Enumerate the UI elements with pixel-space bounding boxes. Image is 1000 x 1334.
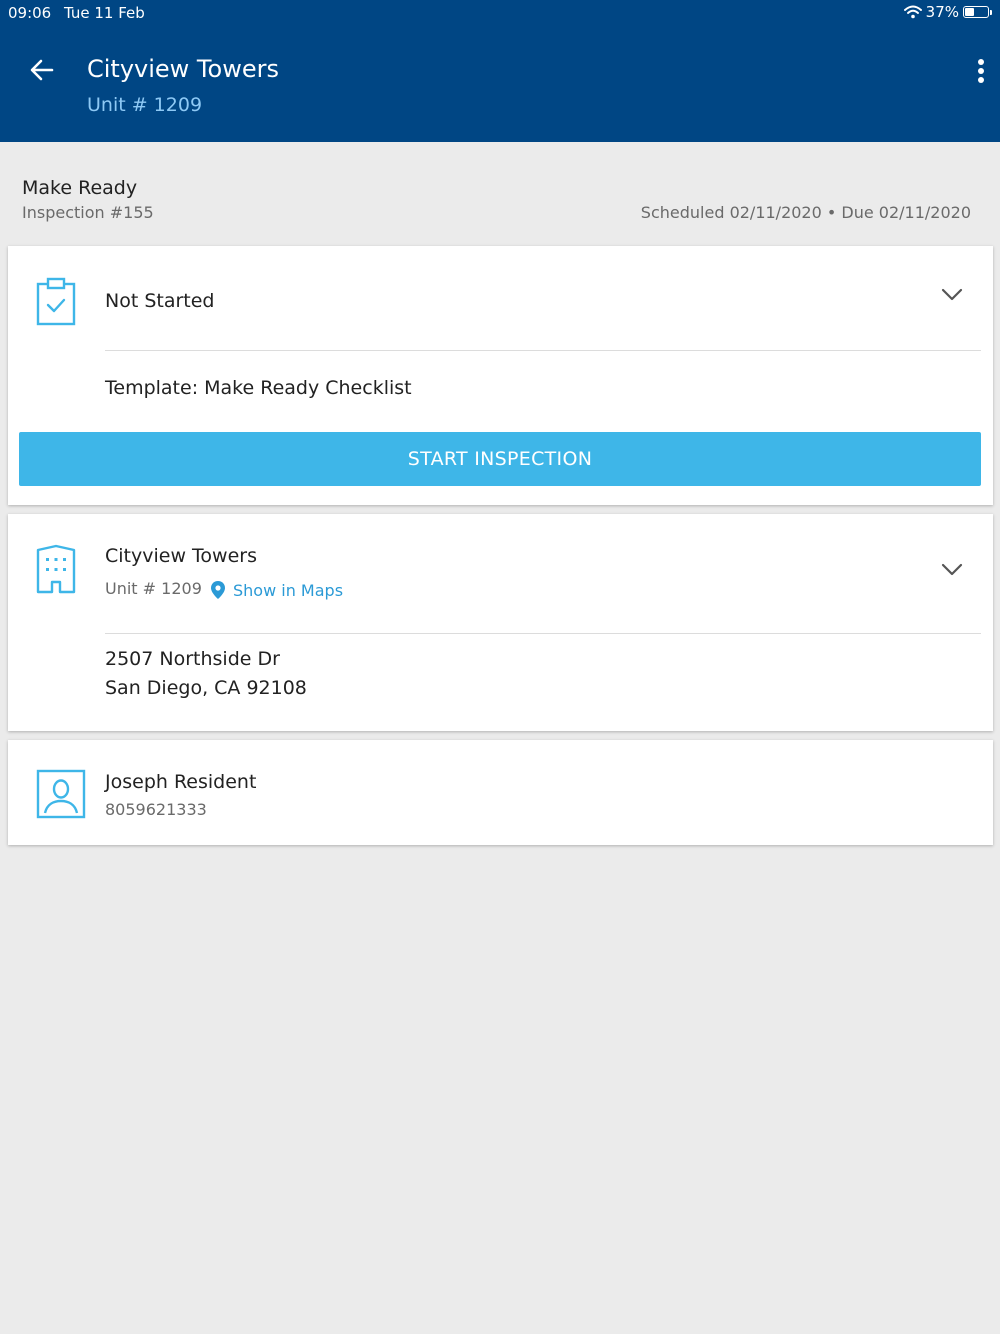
status-date: Tue 11 Feb xyxy=(64,4,145,22)
resident-name: Joseph Resident xyxy=(105,771,257,793)
contact-icon xyxy=(36,769,86,819)
back-arrow-icon[interactable] xyxy=(28,56,56,84)
divider xyxy=(105,633,981,634)
more-vert-icon[interactable] xyxy=(974,56,988,86)
wifi-icon xyxy=(903,5,922,19)
chevron-down-icon[interactable] xyxy=(941,563,963,577)
battery-nub xyxy=(990,9,992,15)
map-pin-icon xyxy=(211,581,225,599)
chevron-down-icon[interactable] xyxy=(941,288,963,302)
property-unit: Unit # 1209 xyxy=(105,579,202,598)
address-line1: 2507 Northside Dr xyxy=(105,648,280,670)
status-indicators: 37% xyxy=(903,3,992,21)
start-inspection-button[interactable]: START INSPECTION xyxy=(19,432,981,486)
page-subtitle: Unit # 1209 xyxy=(87,94,203,116)
property-name: Cityview Towers xyxy=(105,545,257,567)
divider xyxy=(105,350,981,351)
template-name: Template: Make Ready Checklist xyxy=(105,377,412,399)
inspection-status: Not Started xyxy=(105,290,215,312)
battery-percent: 37% xyxy=(925,3,959,21)
status-card: Not Started Template: Make Ready Checkli… xyxy=(8,246,993,505)
page-title: Cityview Towers xyxy=(87,55,279,83)
resident-phone[interactable]: 8059621333 xyxy=(105,800,207,819)
battery-icon xyxy=(963,6,989,18)
resident-card: Joseph Resident 8059621333 xyxy=(8,740,993,845)
show-in-maps-link[interactable]: Show in Maps xyxy=(210,580,343,600)
inspection-name: Make Ready xyxy=(22,177,138,199)
schedule-info: Scheduled 02/11/2020 • Due 02/11/2020 xyxy=(640,203,971,222)
building-icon xyxy=(36,544,76,594)
clipboard-check-icon xyxy=(36,277,76,326)
address-line2: San Diego, CA 92108 xyxy=(105,677,307,699)
app-bar: 09:06 Tue 11 Feb 37% Cityview Towers Uni… xyxy=(0,0,1000,142)
show-in-maps-label: Show in Maps xyxy=(233,580,344,600)
property-card: Cityview Towers Unit # 1209 Show in Maps… xyxy=(8,514,993,731)
status-time: 09:06 xyxy=(8,4,52,22)
inspection-number: Inspection #155 xyxy=(22,203,154,222)
